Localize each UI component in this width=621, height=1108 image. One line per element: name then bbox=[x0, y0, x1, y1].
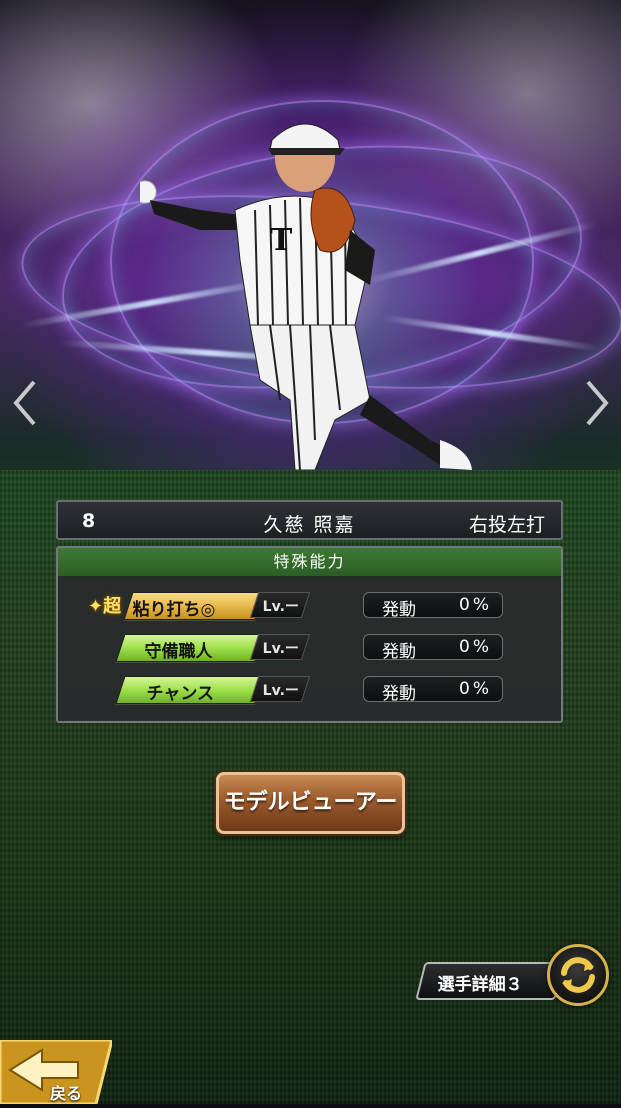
chevron-right-icon[interactable] bbox=[580, 378, 614, 428]
super-badge: 超 bbox=[103, 596, 122, 617]
ability-level: Lv.ー bbox=[249, 592, 311, 618]
ability-level-text: Lv.ー bbox=[262, 641, 299, 657]
player-detail-label: 選手詳細３ bbox=[437, 975, 523, 995]
ability-name: 守備職人 bbox=[144, 642, 213, 662]
player-detail-button[interactable]: 選手詳細３ bbox=[415, 962, 565, 1000]
ability-level: Lv.ー bbox=[249, 676, 311, 702]
ability-level-text: Lv.ー bbox=[262, 683, 299, 699]
ability-name: 粘り打ち◎ bbox=[132, 600, 216, 620]
cycle-button[interactable] bbox=[547, 944, 609, 1006]
model-viewer-button[interactable]: モデルビューアー bbox=[216, 772, 405, 834]
ability-label: チャンス bbox=[115, 676, 265, 704]
activation-value: 0% bbox=[459, 637, 492, 657]
ability-activation: 発動 0% bbox=[363, 676, 503, 704]
ability-row[interactable]: チャンス Lv.ー 発動 0% bbox=[58, 676, 561, 706]
back-label: 戻る bbox=[50, 1084, 83, 1103]
activation-label: 発動 bbox=[382, 684, 416, 704]
chevron-left-icon[interactable] bbox=[8, 378, 42, 428]
activation-label: 発動 bbox=[382, 642, 416, 662]
player-handedness: 右投左打 bbox=[468, 514, 545, 536]
activation-value: 0% bbox=[459, 679, 492, 699]
special-abilities-panel: 特殊能力 粘り打ち◎ ✦超 Lv.ー 発動 0% 守備職人 Lv.ー 発動 0%… bbox=[56, 546, 563, 723]
ability-label: 守備職人 bbox=[115, 634, 265, 662]
panel-title: 特殊能力 bbox=[58, 548, 561, 577]
back-button[interactable]: 戻る bbox=[0, 1038, 114, 1106]
activation-value: 0% bbox=[459, 595, 492, 615]
player-card-background: T bbox=[0, 0, 621, 520]
player-info-bar: 8 久慈 照嘉 右投左打 bbox=[56, 500, 563, 540]
ability-label: 粘り打ち◎ bbox=[123, 592, 265, 620]
super-badge-icon: ✦超 bbox=[88, 596, 122, 617]
activation-label: 発動 bbox=[382, 600, 416, 620]
ability-level-text: Lv.ー bbox=[262, 599, 299, 615]
ability-activation: 発動 0% bbox=[363, 592, 503, 620]
player-illustration: T bbox=[140, 123, 472, 505]
cycle-arrows-icon bbox=[561, 957, 595, 993]
ability-level: Lv.ー bbox=[249, 634, 311, 660]
ability-name: チャンス bbox=[146, 684, 215, 704]
ability-row[interactable]: 粘り打ち◎ ✦超 Lv.ー 発動 0% bbox=[58, 592, 561, 622]
ability-row[interactable]: 守備職人 Lv.ー 発動 0% bbox=[58, 634, 561, 664]
ability-activation: 発動 0% bbox=[363, 634, 503, 662]
svg-text:T: T bbox=[270, 223, 293, 258]
